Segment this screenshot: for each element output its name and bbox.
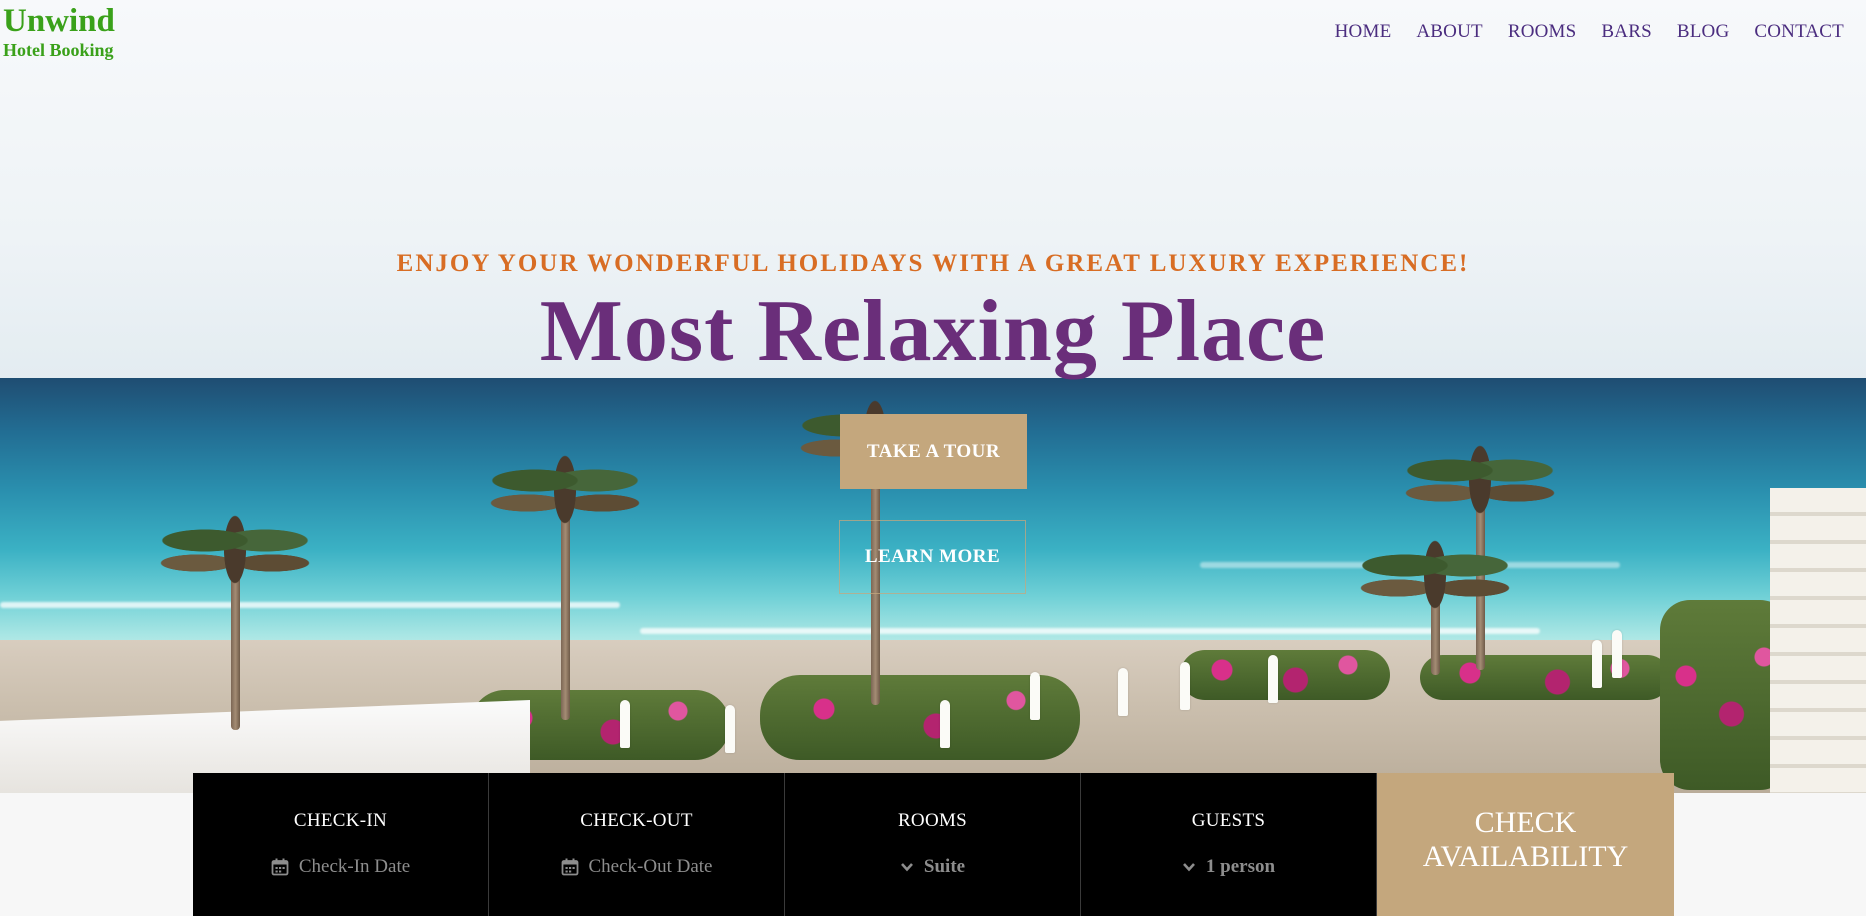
checkin-label: CHECK-IN (293, 810, 388, 831)
umbrella (1592, 640, 1602, 688)
flower-bed (1180, 650, 1390, 700)
nav-contact[interactable]: CONTACT (1754, 20, 1844, 44)
palm-tree (1360, 525, 1510, 675)
calendar-icon (271, 858, 289, 876)
hero-tagline: ENJOY YOUR WONDERFUL HOLIDAYS WITH A GRE… (396, 250, 1470, 277)
checkout-field[interactable]: CHECK-OUT Check-Out Date (489, 773, 785, 916)
guests-label: GUESTS (1191, 810, 1266, 831)
umbrella (725, 705, 735, 753)
nav-rooms[interactable]: ROOMS (1508, 20, 1577, 44)
umbrella (1268, 655, 1278, 703)
nav-about[interactable]: ABOUT (1416, 20, 1482, 44)
checkin-field[interactable]: CHECK-IN Check-In Date (193, 773, 489, 916)
checkout-input[interactable]: Check-Out Date (589, 856, 713, 878)
brand-logo[interactable]: Unwind Hotel Booking (3, 2, 115, 60)
booking-bar: CHECK-IN Check-In Date CHECK-OUT Check-O… (193, 773, 1674, 916)
chevron-down-icon (900, 863, 913, 872)
chevron-down-icon (1182, 863, 1195, 872)
checkin-input[interactable]: Check-In Date (299, 856, 410, 878)
check-availability-button[interactable]: CHECK AVAILABILITY (1377, 773, 1674, 916)
hero-headline: Most Relaxing Place (539, 283, 1327, 380)
calendar-icon (561, 858, 578, 876)
umbrella (1612, 630, 1622, 678)
brand-name: Unwind (3, 3, 115, 39)
nav-bars[interactable]: BARS (1601, 20, 1651, 44)
hero-background-image (0, 0, 1866, 793)
take-a-tour-button[interactable]: TAKE A TOUR (840, 414, 1027, 489)
guests-select[interactable]: 1 person (1206, 856, 1275, 878)
umbrella (1118, 668, 1128, 716)
rooms-field[interactable]: ROOMS Suite (785, 773, 1081, 916)
rooms-label: ROOMS (897, 810, 968, 831)
palm-tree (490, 440, 640, 720)
nav-home[interactable]: HOME (1335, 20, 1392, 44)
umbrella (1030, 672, 1040, 720)
guests-field[interactable]: GUESTS 1 person (1081, 773, 1377, 916)
checkout-label: CHECK-OUT (580, 810, 693, 831)
brand-subtitle: Hotel Booking (3, 40, 114, 60)
nav-blog[interactable]: BLOG (1677, 20, 1730, 44)
learn-more-button[interactable]: LEARN MORE (839, 520, 1026, 594)
palm-tree (160, 500, 310, 730)
main-nav: HOME ABOUT ROOMS BARS BLOG CONTACT (1310, 20, 1844, 44)
rooms-select[interactable]: Suite (924, 856, 965, 878)
hotel-building (1770, 488, 1866, 793)
umbrella (940, 700, 950, 748)
umbrella (1180, 662, 1190, 710)
